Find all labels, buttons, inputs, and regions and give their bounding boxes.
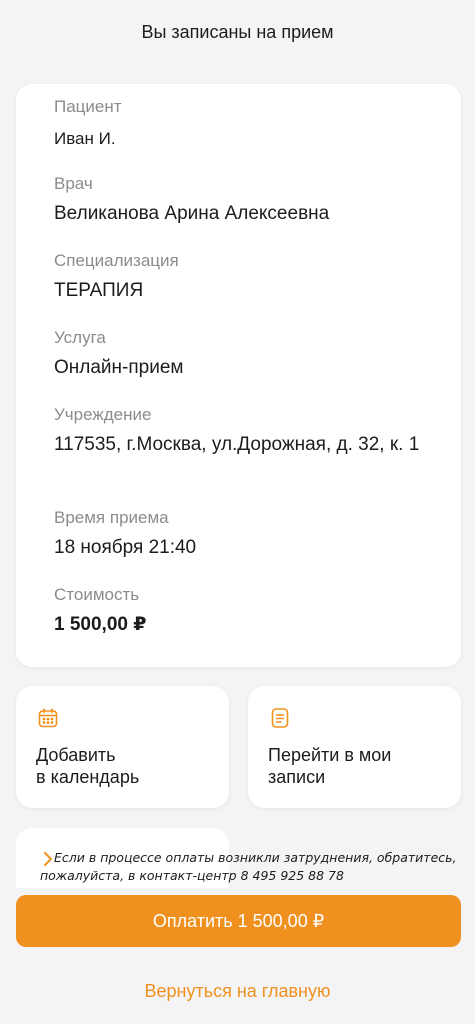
my-records-label: Перейти в мои записи <box>268 745 392 787</box>
patient-field: Пациент Иван И. <box>54 96 423 157</box>
cost-value: 1 500,00 ₽ <box>54 614 147 635</box>
time-label: Время приема <box>54 508 169 527</box>
document-icon <box>271 708 289 728</box>
appointment-details-card: Пациент Иван И. Врач Великанова Арина Ал… <box>16 84 461 667</box>
help-text: Если в процессе оплаты возникли затрудне… <box>40 850 457 883</box>
specialization-field: Специализация ТЕРАПИЯ <box>54 234 423 311</box>
clinic-label: Учреждение <box>54 405 152 424</box>
service-label: Услуга <box>54 328 106 347</box>
add-to-calendar-button[interactable]: Добавить в календарь <box>16 686 229 808</box>
top-bar: Вы записаны на прием <box>0 0 475 64</box>
specialization-value: ТЕРАПИЯ <box>54 280 144 301</box>
time-value: 18 ноября 21:40 <box>54 537 197 558</box>
cost-label: Стоимость <box>54 585 140 604</box>
patient-value: Иван И. <box>54 129 116 148</box>
page-title: Вы записаны на прием <box>141 21 334 42</box>
back-to-home-link[interactable]: Вернуться на главную <box>0 976 475 1006</box>
calendar-icon <box>38 708 58 728</box>
doctor-field: Врач Великанова Арина Алексеевна <box>54 157 423 234</box>
my-records-button[interactable]: Перейти в мои записи <box>248 686 461 808</box>
doctor-label: Врач <box>54 174 93 193</box>
pay-button[interactable]: Оплатить 1 500,00 ₽ <box>16 895 461 947</box>
specialization-label: Специализация <box>54 251 179 270</box>
service-value: Онлайн-прием <box>54 357 184 378</box>
time-field: Время приема 18 ноября 21:40 <box>54 491 423 568</box>
add-to-calendar-label: Добавить в календарь <box>36 745 140 787</box>
doctor-value: Великанова Арина Алексеевна <box>54 203 330 224</box>
service-field: Услуга Онлайн-прием <box>54 311 423 388</box>
patient-label: Пациент <box>54 97 122 116</box>
clinic-field: Учреждение 117535, г.Москва, ул.Дорожная… <box>54 388 423 491</box>
clinic-value: 117535, г.Москва, ул.Дорожная, д. 32, к.… <box>54 434 420 455</box>
cost-field: Стоимость 1 500,00 ₽ <box>54 568 423 645</box>
